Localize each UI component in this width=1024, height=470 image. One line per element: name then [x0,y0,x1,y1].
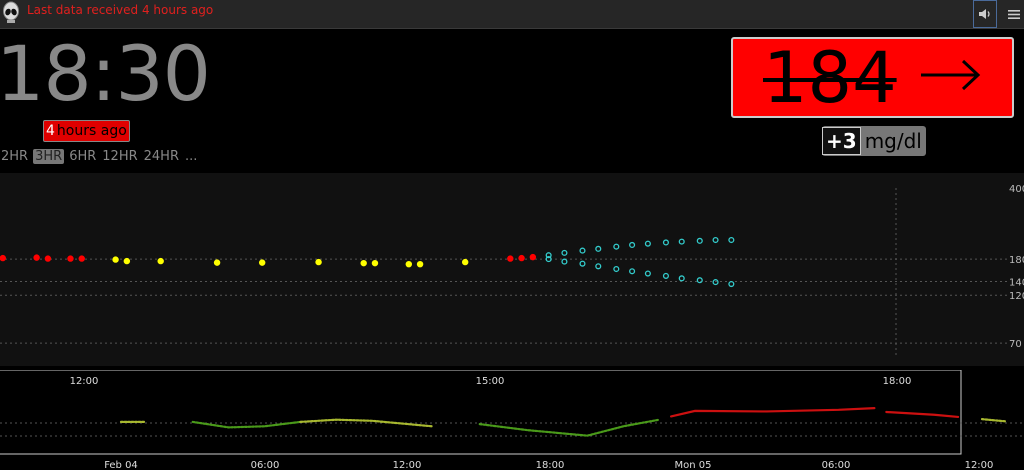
bg-point [518,254,525,262]
bg-value: 184 [763,37,897,118]
forecast-point [629,268,636,275]
range-option-3hr[interactable]: 3HR [33,149,65,164]
current-time: 18:30 [0,29,211,118]
forecast-point [728,280,735,288]
flat-arrow-icon [921,59,981,91]
bg-point [78,255,85,262]
bg-units: mg/dl [864,129,922,153]
navigator-chart-svg: 12:00 15:00 18:00 Feb 04 06:00 12:00 18:00 Mon … [0,370,1024,470]
y-tick-label-180: 180 [1009,255,1024,266]
forecast-point [579,247,586,254]
bg-point [315,258,322,266]
navigator-chart[interactable]: 12:00 15:00 18:00 Feb 04 06:00 12:00 18:00 Mon … [0,370,1024,470]
forecast-point [561,249,568,256]
y-tick-label-140: 140 [1009,277,1024,288]
nav-trace-low [478,418,661,437]
range-option-12hr[interactable]: 12HR [101,149,138,164]
bg-point [112,256,119,263]
main-chart-svg: 400180140120705040 [0,184,1024,358]
forecast-point [728,236,735,244]
data-age-label: hours ago [56,123,127,139]
forecast-point [678,275,685,282]
bg-point [507,255,514,262]
bg-point [0,254,6,262]
forecast-point [678,238,685,245]
forecast-point [696,237,703,244]
nav-trace-high [669,407,876,418]
menu-button[interactable] [1004,0,1024,28]
forecast-point [696,277,703,284]
top-bar: Last data received 4 hours ago [0,0,1024,29]
nav-top-tick-0: 12:00 [70,376,99,387]
hamburger-menu-icon [1008,9,1020,19]
nav-bottom-tick-2: 12:00 [393,460,422,470]
bg-delta: +3 mg/dl [822,126,926,156]
forecast-point [662,272,669,279]
bg-point [360,259,367,267]
bg-point [371,259,379,267]
speaker-button[interactable] [973,0,997,28]
nav-bottom-tick-5: 06:00 [822,460,851,470]
nav-bottom-tick-1: 06:00 [251,460,280,470]
bg-point [405,260,412,268]
forecast-point [613,243,620,250]
bg-point [123,257,131,265]
main-chart[interactable]: 400180140120705040 [0,173,1024,366]
y-tick-label-70: 70 [1009,339,1022,350]
data-age-number: 4 [46,123,55,139]
bg-delta-value: +3 [822,127,861,155]
bg-point [416,260,424,268]
forecast-point [613,265,620,273]
nav-bottom-tick-4: Mon 05 [675,460,712,470]
nav-bottom-tick-6: 12:00 [965,460,994,470]
forecast-point [561,258,568,265]
y-tick-label-120: 120 [1009,291,1024,302]
forecast-point [595,263,602,270]
bg-point [67,255,74,262]
bg-point [33,254,40,261]
nav-bottom-tick-0: Feb 04 [104,460,138,470]
range-option-more[interactable]: ... [184,149,198,164]
range-option-6hr[interactable]: 6HR [68,149,97,164]
forecast-point [662,239,669,246]
forecast-point [712,236,719,244]
bg-point [44,255,52,262]
forecast-point [644,270,651,277]
nav-top-tick-2: 18:00 [883,376,912,387]
forecast-point [579,260,586,267]
forecast-point [712,279,719,286]
range-option-2hr[interactable]: 2HR [0,149,29,164]
nav-trace-in_range [980,418,1008,423]
speaker-icon [979,9,990,19]
time-range-selector: 2HR 3HR 6HR 12HR 24HR... [0,149,198,164]
bg-value-box: 184 [731,37,1014,118]
data-age-status: Last data received 4 hours ago [27,3,214,17]
forecast-point [595,245,602,252]
bg-point [213,259,221,266]
y-tick-label-400: 400 [1009,184,1024,195]
nav-top-tick-1: 15:00 [476,376,505,387]
bg-point [461,258,469,266]
bg-point [529,253,537,261]
bg-point [157,257,164,265]
bg-point [258,259,266,266]
range-option-24hr[interactable]: 24HR [143,149,180,164]
data-age-badge: 4 hours ago [43,120,130,142]
forecast-point [629,241,636,248]
nav-trace-high [885,410,960,419]
forecast-point [644,240,651,247]
nav-bottom-tick-3: 18:00 [536,460,565,470]
alien-head-icon [3,1,19,23]
